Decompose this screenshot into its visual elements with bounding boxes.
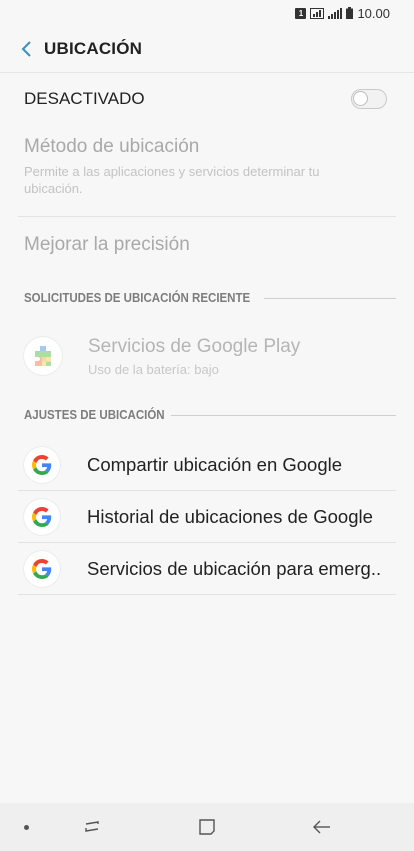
toggle-knob — [353, 90, 368, 106]
location-method-subtitle: Permite a las aplicaciones y servicios d… — [24, 164, 320, 196]
google-play-services-icon — [24, 337, 62, 375]
home-icon[interactable] — [195, 815, 219, 839]
signal-icon — [328, 7, 343, 19]
chevron-left-icon — [21, 41, 31, 57]
share-location-label: Compartir ubicación en Google — [87, 453, 343, 475]
section-divider — [263, 297, 396, 299]
back-icon[interactable] — [310, 815, 334, 839]
divider — [18, 216, 396, 217]
status-icons: 1 — [295, 7, 354, 19]
section-divider — [170, 414, 396, 416]
sim-icon: 1 — [295, 7, 307, 19]
recent-apps-icon[interactable] — [80, 815, 104, 839]
page-title: UBICACIÓN — [44, 39, 143, 58]
location-status-label: DESACTIVADO — [24, 88, 145, 108]
location-history-item[interactable]: Historial de ubicaciones de Google — [18, 491, 396, 543]
app-header: UBICACIÓN — [0, 26, 414, 72]
emergency-location-label: Servicios de ubicación para emerg.. — [87, 557, 382, 579]
share-location-google-item[interactable]: Compartir ubicación en Google — [18, 439, 396, 491]
recent-requests-header: SOLICITUDES DE UBICACIÓN RECIENTE — [24, 290, 396, 306]
location-toggle[interactable] — [351, 88, 387, 109]
location-method-item[interactable]: Método de ubicación Permite a las aplica… — [24, 136, 374, 197]
improve-accuracy-item[interactable]: Mejorar la precisión — [24, 234, 190, 256]
status-bar: 1 10.00 — [0, 0, 414, 26]
location-method-title: Método de ubicación — [24, 136, 200, 157]
recent-requests-label: SOLICITUDES DE UBICACIÓN RECIENTE — [24, 291, 251, 305]
battery-icon — [346, 7, 354, 19]
network-icon — [310, 7, 325, 19]
google-icon — [24, 550, 60, 587]
location-master-switch-row[interactable]: DESACTIVADO — [0, 72, 414, 124]
google-icon — [24, 446, 60, 483]
emergency-location-item[interactable]: Servicios de ubicación para emerg.. — [18, 543, 396, 595]
location-history-label: Historial de ubicaciones de Google — [87, 505, 373, 527]
status-time: 10.00 — [357, 5, 390, 21]
location-settings-header: AJUSTES DE UBICACIÓN — [24, 407, 396, 423]
google-icon — [24, 498, 60, 535]
navigation-bar — [0, 803, 414, 851]
recent-item-title: Servicios de Google Play — [88, 335, 301, 357]
recent-item-subtitle: Uso de la batería: bajo — [88, 361, 219, 377]
nav-dot-icon[interactable] — [24, 825, 29, 830]
recent-request-item[interactable]: Servicios de Google Play Uso de la bater… — [24, 326, 396, 386]
location-settings-label: AJUSTES DE UBICACIÓN — [24, 408, 165, 422]
